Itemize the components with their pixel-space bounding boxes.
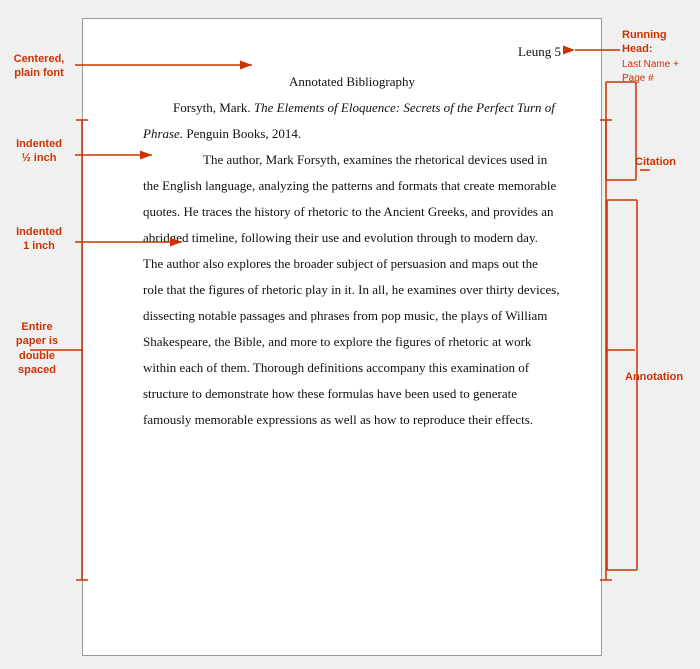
double-spaced-label: Entirepaper isdoublespaced <box>0 320 74 377</box>
citation-label: Citation <box>635 155 700 169</box>
page-frame: Leung 5 Annotated Bibliography Forsyth, … <box>82 18 602 656</box>
half-inch-label: Indented½ inch <box>2 137 76 166</box>
annotation-block: The author, Mark Forsyth, examines the r… <box>143 147 561 433</box>
running-head-text: Leung 5 <box>518 39 561 65</box>
citation-title: The Elements of Eloquence: Secrets of th… <box>254 100 555 115</box>
citation-publisher: Penguin Books, 2014. <box>183 126 301 141</box>
annotation-label: Annotation <box>625 370 700 384</box>
citation-title-cont: Phrase. <box>143 126 183 141</box>
citation-block: Forsyth, Mark. The Elements of Eloquence… <box>143 95 561 147</box>
citation-author: Forsyth, Mark. <box>173 100 254 115</box>
bibliography-title: Annotated Bibliography <box>143 69 561 95</box>
one-inch-label: Indented1 inch <box>2 225 76 254</box>
running-head-area: Leung 5 <box>143 39 561 65</box>
page-content: Leung 5 Annotated Bibliography Forsyth, … <box>83 19 601 453</box>
running-head-label: RunningHead: Last Name +Page # <box>622 28 700 85</box>
centered-label: Centered,plain font <box>2 52 76 81</box>
annotation-text: The author, Mark Forsyth, examines the r… <box>143 152 560 427</box>
